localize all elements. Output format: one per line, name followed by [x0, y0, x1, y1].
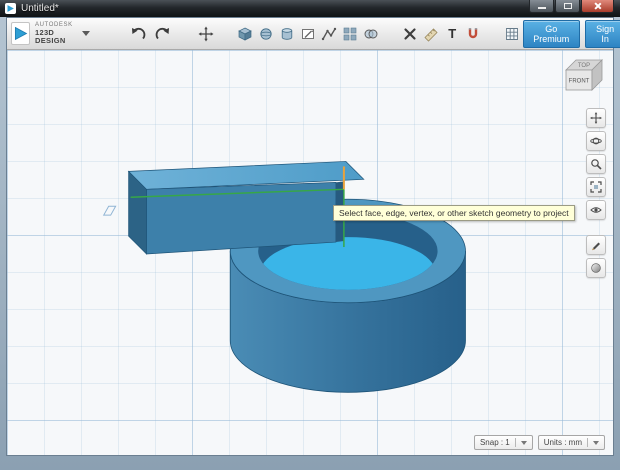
sign-in-button[interactable]: Sign In: [585, 20, 620, 48]
menu-chevron-icon[interactable]: [82, 31, 90, 36]
navigation-toolbar: [586, 108, 606, 278]
view-cube[interactable]: TOP FRONT: [559, 55, 605, 100]
minimize-icon: [538, 7, 546, 9]
window-titlebar: Untitled*: [0, 0, 620, 17]
app-window: AUTODESK 123D DESIGN: [6, 17, 614, 456]
primitive-box-button[interactable]: [235, 22, 256, 46]
redo-icon: [155, 26, 171, 42]
units-setting[interactable]: Units : mm: [538, 435, 605, 450]
pan-button[interactable]: [586, 108, 606, 128]
delete-button[interactable]: [400, 22, 421, 46]
text-tool-button[interactable]: T: [442, 22, 463, 46]
pan-icon: [590, 112, 602, 124]
go-premium-button[interactable]: Go Premium: [523, 20, 580, 48]
combine-button[interactable]: [361, 22, 382, 46]
grid-icon: [504, 26, 520, 42]
delete-icon: [402, 26, 418, 42]
primitive-box-icon: [237, 26, 253, 42]
eye-icon: [590, 204, 602, 216]
brand-line2: 123D DESIGN: [35, 29, 73, 45]
polyline-button[interactable]: [319, 22, 340, 46]
text-tool-icon: T: [448, 26, 456, 41]
redo-button[interactable]: [153, 22, 174, 46]
material-button[interactable]: [586, 258, 606, 278]
grid-toggle-button[interactable]: [502, 22, 523, 46]
undo-button[interactable]: [128, 22, 149, 46]
units-dropdown-icon[interactable]: [593, 441, 599, 445]
orbit-button[interactable]: [586, 131, 606, 151]
measure-button[interactable]: [421, 22, 442, 46]
primitive-sphere-button[interactable]: [256, 22, 277, 46]
snap-magnet-icon: [465, 26, 481, 42]
logo-triangle-icon: [12, 25, 29, 42]
zoom-magnifier-icon: [590, 158, 602, 170]
status-divider: [587, 438, 588, 447]
snap-value: Snap : 1: [480, 438, 510, 447]
pattern-button[interactable]: [340, 22, 361, 46]
polyline-icon: [321, 26, 337, 42]
app-logo[interactable]: [11, 22, 30, 45]
viewcube-front-label: FRONT: [569, 79, 590, 85]
model-3d[interactable]: [7, 50, 613, 455]
primitive-cylinder-icon: [279, 26, 295, 42]
viewport-canvas[interactable]: Select face, edge, vertex, or other sket…: [7, 50, 613, 455]
sketch-plane-indicator: [104, 206, 116, 215]
maximize-icon: [564, 3, 572, 9]
material-sphere-icon: [590, 262, 602, 274]
status-divider: [515, 438, 516, 447]
zoom-button[interactable]: [586, 154, 606, 174]
snap-setting[interactable]: Snap : 1: [474, 435, 533, 450]
sketch-button[interactable]: [298, 22, 319, 46]
hint-tooltip: Select face, edge, vertex, or other sket…: [333, 205, 575, 221]
transform-move-button[interactable]: [196, 22, 217, 46]
measure-ruler-icon: [423, 26, 439, 42]
snap-dropdown-icon[interactable]: [521, 441, 527, 445]
close-button[interactable]: [581, 0, 614, 13]
viewcube-top-label: TOP: [578, 63, 590, 69]
brand-text: AUTODESK 123D DESIGN: [35, 22, 73, 44]
sketch-icon: [300, 26, 316, 42]
pattern-icon: [342, 26, 358, 42]
sketch-edit-button[interactable]: [586, 235, 606, 255]
pencil-icon: [590, 239, 602, 251]
app-icon: [5, 3, 16, 14]
orbit-icon: [590, 135, 602, 147]
status-bar: Snap : 1 Units : mm: [474, 435, 605, 450]
primitive-cylinder-button[interactable]: [277, 22, 298, 46]
move-icon: [198, 26, 214, 42]
main-toolbar: AUTODESK 123D DESIGN: [7, 18, 613, 50]
fit-view-button[interactable]: [586, 177, 606, 197]
close-icon: [594, 2, 602, 10]
window-title: Untitled*: [21, 3, 59, 14]
combine-icon: [363, 26, 379, 42]
maximize-button[interactable]: [555, 0, 580, 13]
units-value: Units : mm: [544, 438, 582, 447]
look-at-button[interactable]: [586, 200, 606, 220]
undo-icon: [130, 26, 146, 42]
snap-button[interactable]: [463, 22, 484, 46]
minimize-button[interactable]: [529, 0, 554, 13]
primitive-sphere-icon: [258, 26, 274, 42]
fit-view-icon: [590, 181, 602, 193]
